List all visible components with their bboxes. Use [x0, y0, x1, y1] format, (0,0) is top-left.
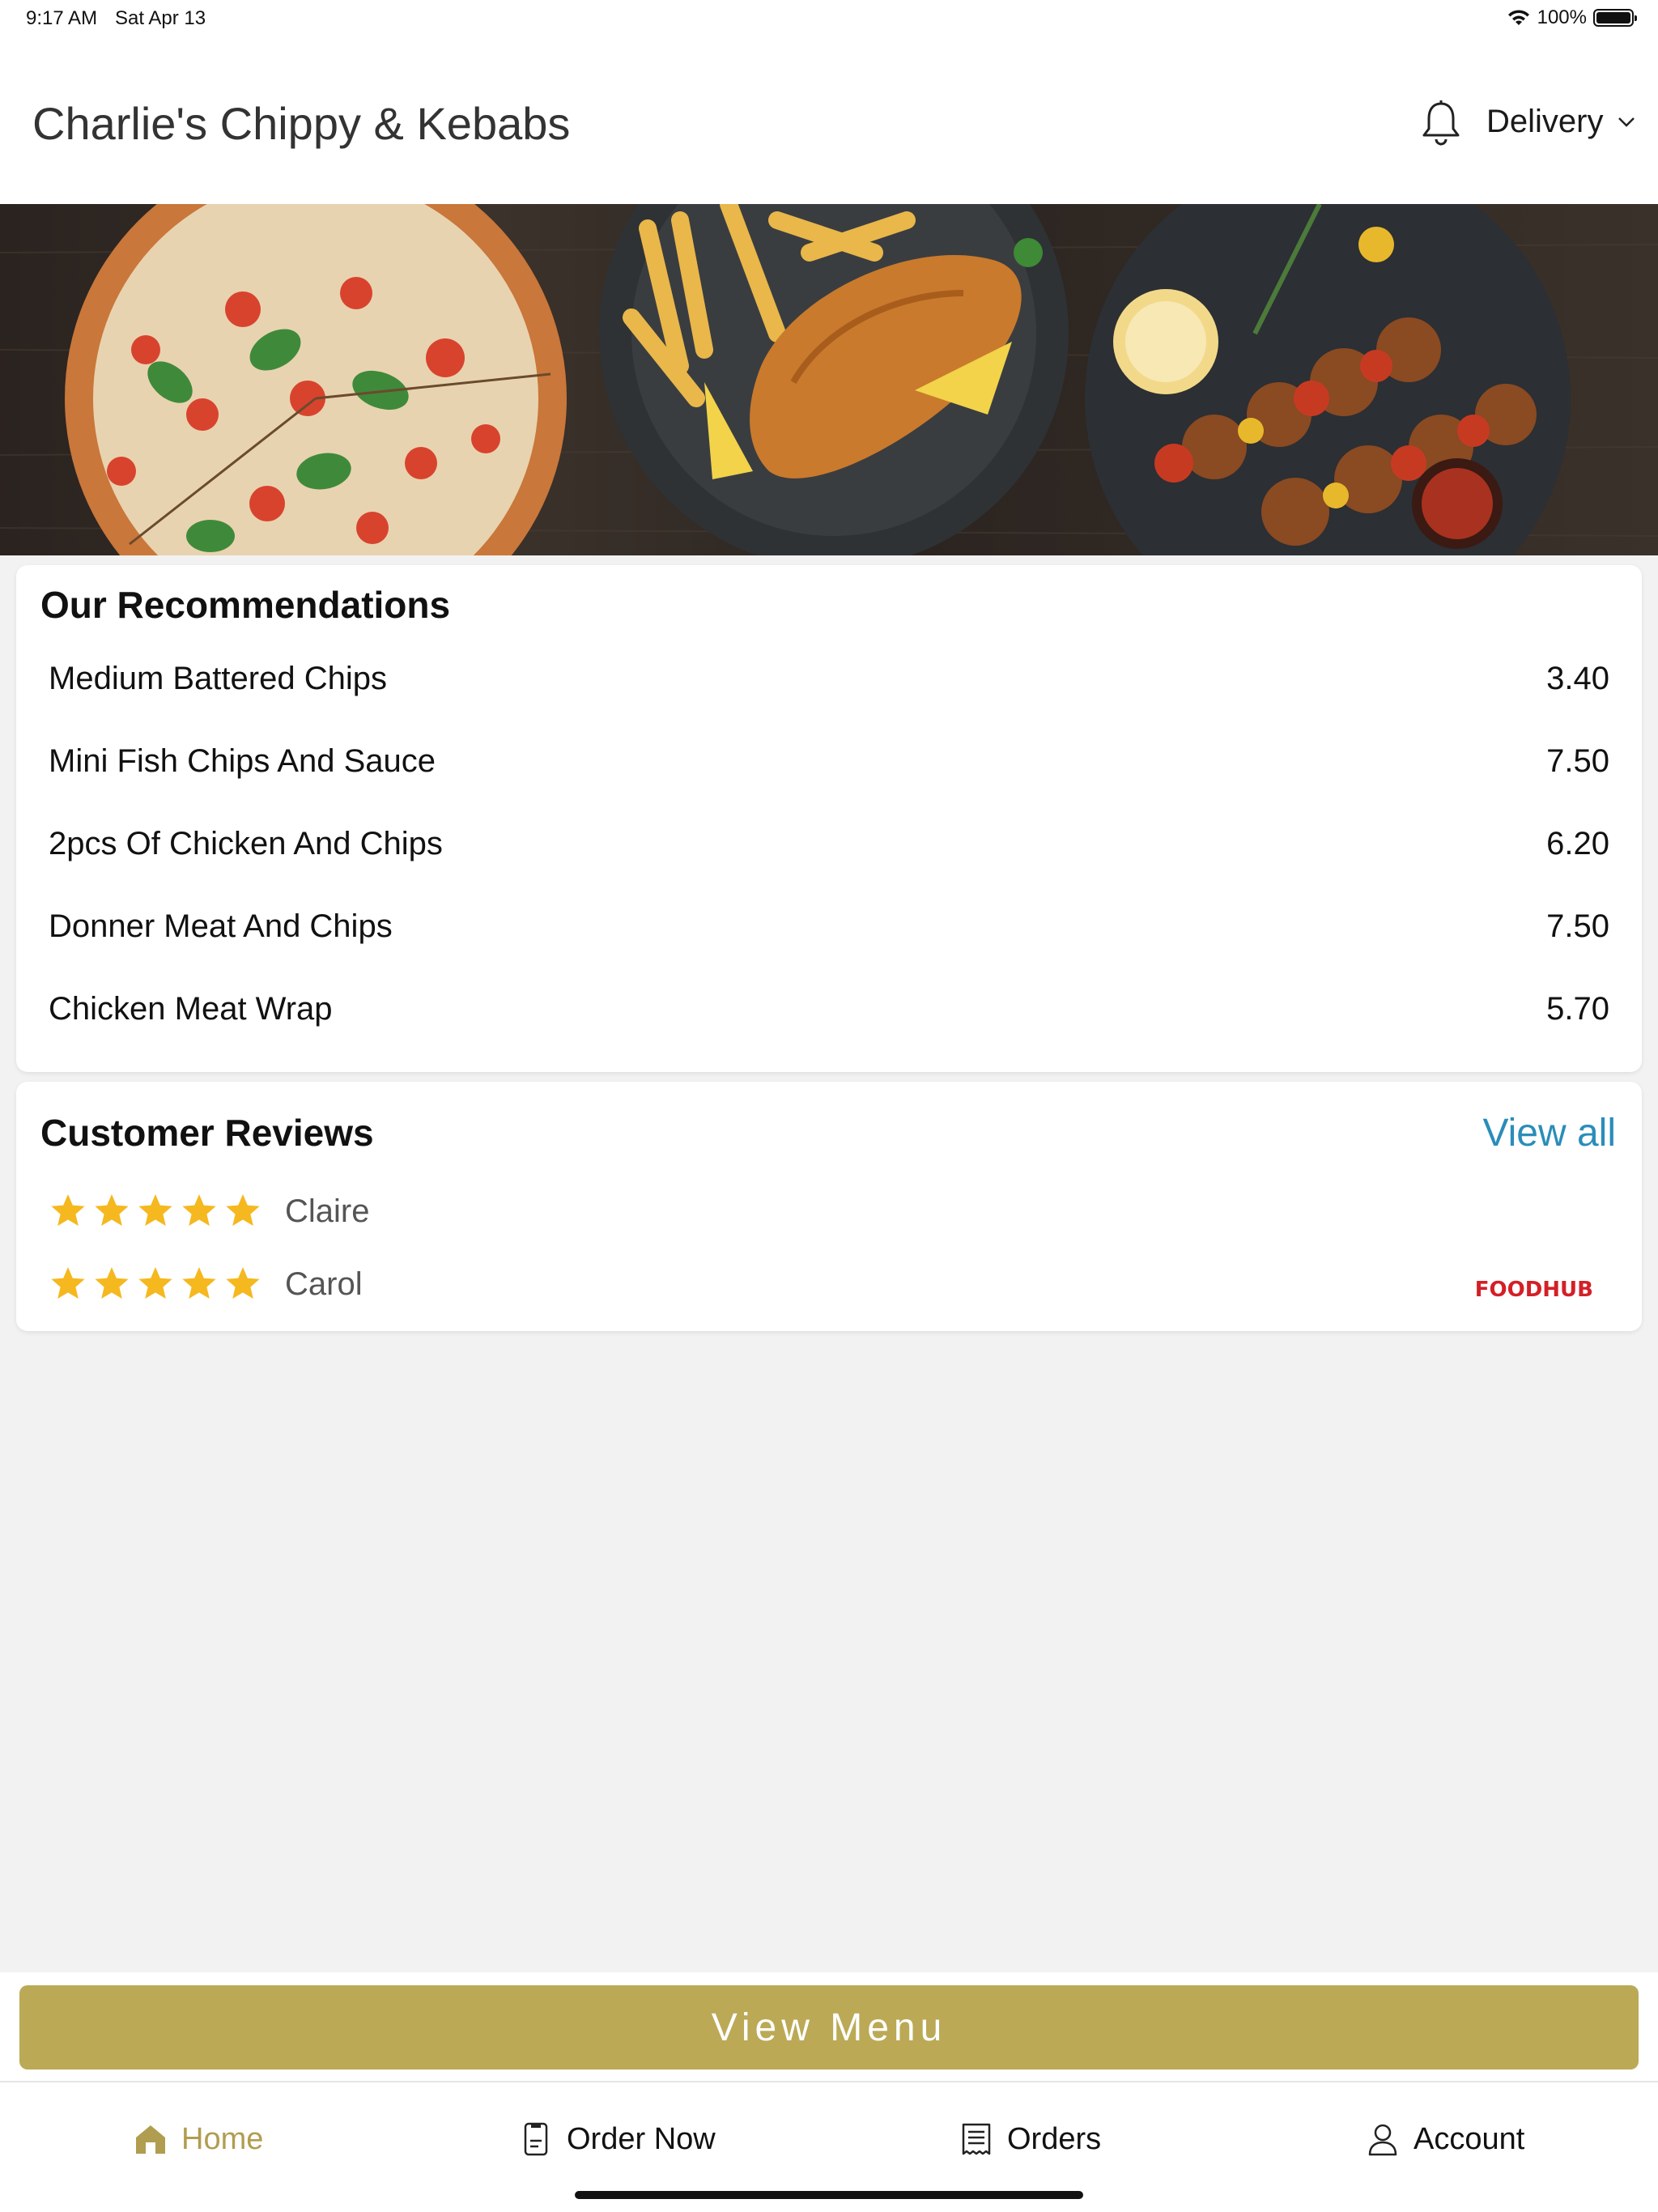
tab-account[interactable]: Account [1365, 2121, 1524, 2157]
item-price: 7.50 [1546, 908, 1609, 944]
star-icon [226, 1267, 260, 1299]
item-price: 6.20 [1546, 826, 1609, 861]
star-icon [226, 1194, 260, 1226]
tab-order-now[interactable]: Order Now [518, 2121, 716, 2157]
wifi-icon [1507, 10, 1529, 25]
order-mode-selector[interactable]: Delivery [1486, 104, 1635, 140]
receipt-icon [962, 2123, 991, 2155]
chevron-down-icon [1618, 117, 1635, 127]
tab-label: Order Now [567, 2121, 716, 2156]
recommendation-item[interactable]: Mini Fish Chips And Sauce 7.50 [49, 737, 1609, 785]
star-icon [51, 1194, 85, 1226]
item-name: Medium Battered Chips [49, 661, 387, 696]
fish-and-chips-illustration [599, 204, 1069, 555]
bell-icon[interactable] [1419, 99, 1463, 147]
battery-percent: 100% [1537, 6, 1587, 28]
battery-icon [1593, 9, 1637, 27]
reviews-card: Customer Reviews View all Claire Carol F… [16, 1082, 1642, 1331]
star-icon [138, 1267, 172, 1299]
recommendation-item[interactable]: 2pcs Of Chicken And Chips 6.20 [49, 819, 1609, 868]
recommendations-title: Our Recommendations [40, 584, 451, 626]
item-price: 5.70 [1546, 991, 1609, 1027]
tab-label: Home [181, 2121, 264, 2156]
star-rating [49, 1192, 262, 1231]
foodhub-logo: FOODHUB [1474, 1278, 1593, 1302]
reviews-title: Customer Reviews [40, 1112, 374, 1154]
reviewer-name: Claire [285, 1193, 370, 1229]
app-header: Charlie's Chippy & Kebabs Delivery [0, 37, 1658, 204]
recommendation-item[interactable]: Donner Meat And Chips 7.50 [49, 902, 1609, 951]
tab-home[interactable]: Home [133, 2121, 263, 2157]
kebab-illustration [1085, 204, 1571, 555]
pizza-illustration [65, 204, 567, 555]
star-icon [138, 1194, 172, 1226]
user-icon [1368, 2124, 1397, 2156]
review-item: Carol [49, 1260, 363, 1308]
star-icon [182, 1267, 216, 1299]
home-icon [136, 2125, 165, 2154]
star-icon [51, 1267, 85, 1299]
star-icon [182, 1194, 216, 1226]
item-name: Donner Meat And Chips [49, 908, 393, 944]
status-right: 100% [1507, 6, 1637, 29]
status-bar: 9:17 AM Sat Apr 13 100% [0, 0, 1658, 37]
view-menu-button[interactable]: View Menu [19, 1985, 1639, 2069]
food-banner-image [0, 204, 1658, 555]
item-name: Mini Fish Chips And Sauce [49, 743, 436, 779]
review-item: Claire [49, 1187, 369, 1236]
item-price: 3.40 [1546, 661, 1609, 696]
tab-label: Account [1414, 2121, 1525, 2156]
item-name: Chicken Meat Wrap [49, 991, 333, 1027]
item-name: 2pcs Of Chicken And Chips [49, 826, 443, 861]
status-date: Sat Apr 13 [115, 7, 206, 29]
tab-orders[interactable]: Orders [959, 2121, 1101, 2157]
restaurant-name: Charlie's Chippy & Kebabs [32, 98, 571, 149]
star-rating [49, 1265, 262, 1304]
recommendation-item[interactable]: Chicken Meat Wrap 5.70 [49, 985, 1609, 1033]
star-icon [95, 1194, 129, 1226]
star-icon [95, 1267, 129, 1299]
order-now-icon [524, 2122, 548, 2156]
tab-label: Orders [1007, 2121, 1102, 2156]
item-price: 7.50 [1546, 743, 1609, 779]
recommendation-item[interactable]: Medium Battered Chips 3.40 [49, 654, 1609, 703]
recommendations-card: Our Recommendations Medium Battered Chip… [16, 565, 1642, 1072]
view-all-reviews-link[interactable]: View all [1482, 1111, 1616, 1155]
order-mode-label: Delivery [1486, 104, 1604, 139]
reviewer-name: Carol [285, 1266, 363, 1302]
home-indicator [575, 2191, 1083, 2199]
status-time: 9:17 AM [26, 7, 98, 29]
